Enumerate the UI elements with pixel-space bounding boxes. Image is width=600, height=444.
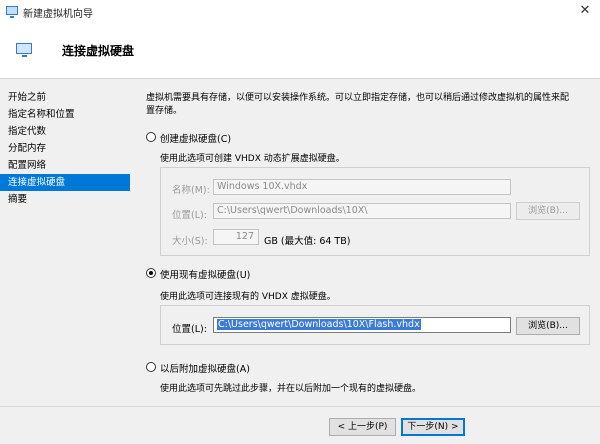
vm-monitor-icon bbox=[16, 43, 32, 57]
location-label: 位置(L): bbox=[172, 210, 207, 221]
nav-item-network[interactable]: 配置网络 bbox=[0, 157, 130, 174]
window-title: 新建虚拟机向导 bbox=[23, 9, 93, 20]
attach-later-radio[interactable] bbox=[146, 362, 156, 372]
selected-path-text: C:\Users\qwert\Downloads\10X\Flash.vhdx bbox=[217, 319, 421, 330]
vm-monitor-icon bbox=[6, 6, 18, 18]
name-label: 名称(M): bbox=[172, 185, 210, 196]
wizard-steps-nav: 开始之前 指定名称和位置 指定代数 分配内存 配置网络 连接虚拟硬盘 摘要 bbox=[0, 89, 130, 208]
description-line: 置存储。 bbox=[146, 106, 183, 116]
existing-vhd-help: 使用此选项可连接现有的 VHDX 虚拟硬盘。 bbox=[160, 292, 336, 302]
create-vhd-radio[interactable] bbox=[146, 132, 156, 142]
page-description: 虚拟机需要具有存储，以便可以安装操作系统。可以立即指定存储，也可以稍后通过修改虚… bbox=[146, 92, 591, 118]
nav-item-before-you-begin[interactable]: 开始之前 bbox=[0, 89, 130, 106]
next-button[interactable]: 下一步(N) > bbox=[401, 418, 465, 436]
nav-item-connect-vhd[interactable]: 连接虚拟硬盘 bbox=[0, 174, 130, 191]
header-divider bbox=[0, 78, 600, 79]
attach-later-label[interactable]: 以后附加虚拟硬盘(A) bbox=[160, 361, 250, 375]
nav-item-memory[interactable]: 分配内存 bbox=[0, 140, 130, 157]
vhd-name-field[interactable]: Windows 10X.vhdx bbox=[213, 179, 511, 195]
page-title: 连接虚拟硬盘 bbox=[62, 44, 135, 58]
description-line: 虚拟机需要具有存储，以便可以安装操作系统。可以立即指定存储，也可以稍后通过修改虚… bbox=[146, 93, 570, 103]
attach-later-help: 使用此选项可先跳过此步骤，并在以后附加一个现有的虚拟硬盘。 bbox=[160, 384, 422, 394]
close-icon[interactable]: ✕ bbox=[576, 2, 594, 20]
existing-location-label: 位置(L): bbox=[172, 324, 207, 335]
nav-item-generation[interactable]: 指定代数 bbox=[0, 123, 130, 140]
create-vhd-label[interactable]: 创建虚拟硬盘(C) bbox=[160, 131, 231, 145]
previous-button[interactable]: < 上一步(P) bbox=[329, 418, 396, 436]
size-label: 大小(S): bbox=[172, 236, 208, 247]
footer-divider bbox=[0, 406, 600, 407]
existing-vhd-path-field[interactable]: C:\Users\qwert\Downloads\10X\Flash.vhdx bbox=[213, 317, 511, 333]
vhd-size-field[interactable]: 127 bbox=[213, 229, 259, 245]
title-bar: 新建虚拟机向导 ✕ bbox=[0, 0, 600, 22]
wizard-header: 连接虚拟硬盘 bbox=[0, 22, 600, 78]
create-vhd-help: 使用此选项可创建 VHDX 动态扩展虚拟硬盘。 bbox=[160, 154, 345, 164]
size-unit-label: GB (最大值: 64 TB) bbox=[264, 236, 351, 247]
vhd-location-field[interactable]: C:\Users\qwert\Downloads\10X\ bbox=[213, 203, 511, 219]
browse-button-existing[interactable]: 浏览(B)... bbox=[516, 317, 580, 335]
existing-vhd-radio[interactable] bbox=[146, 268, 156, 278]
nav-item-summary[interactable]: 摘要 bbox=[0, 191, 130, 208]
nav-item-name-location[interactable]: 指定名称和位置 bbox=[0, 106, 130, 123]
existing-vhd-label[interactable]: 使用现有虚拟硬盘(U) bbox=[160, 267, 250, 281]
browse-button-create[interactable]: 浏览(B)... bbox=[516, 202, 580, 220]
